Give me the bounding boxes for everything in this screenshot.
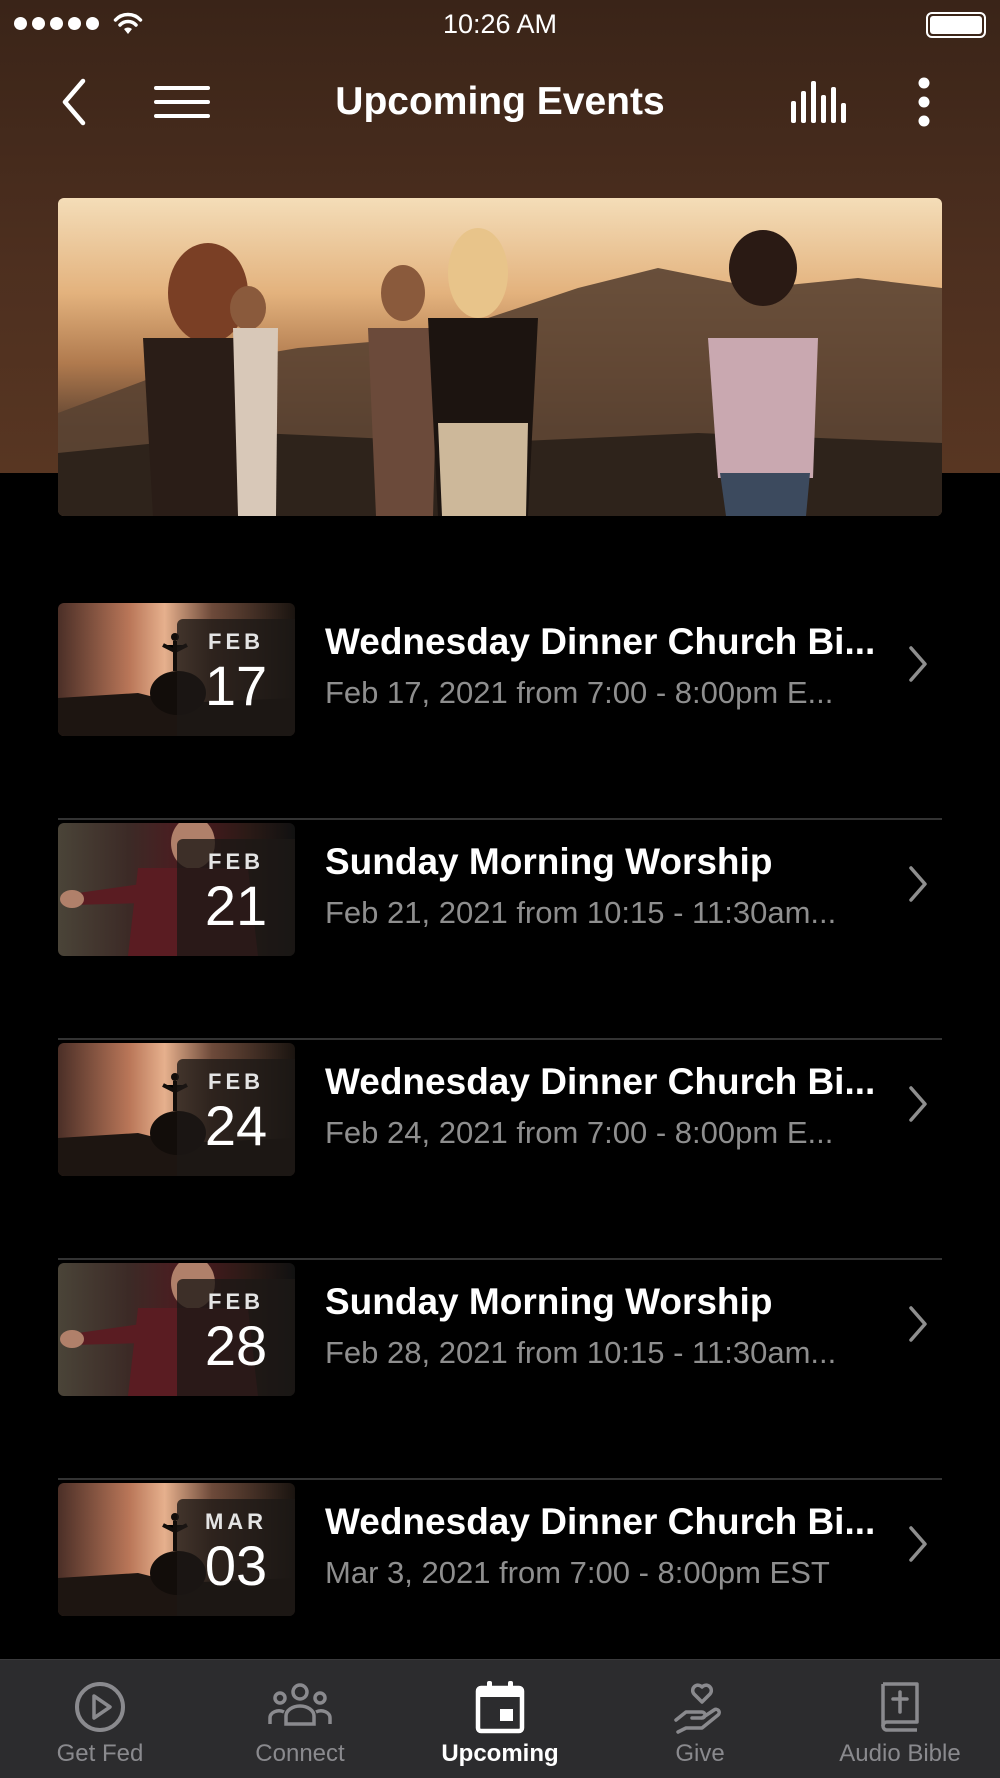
audio-player-button[interactable]	[786, 72, 850, 132]
event-month: FEB	[208, 849, 264, 874]
menu-button[interactable]	[150, 72, 214, 132]
event-title: Wednesday Dinner Church Bi...	[325, 1501, 876, 1542]
tab-bar: Get Fed Connect Upcoming Give Audio Bibl…	[0, 1659, 1000, 1778]
event-month: FEB	[208, 1289, 264, 1314]
chevron-right-icon	[909, 1526, 927, 1562]
more-options-button[interactable]	[892, 72, 956, 132]
event-title: Wednesday Dinner Church Bi...	[325, 1061, 876, 1102]
people-icon	[268, 1683, 332, 1726]
tab-upcoming[interactable]: Upcoming	[400, 1660, 600, 1778]
event-thumbnail: FEB 21	[58, 823, 295, 956]
event-day: 17	[204, 654, 268, 717]
event-thumbnail: MAR 03	[58, 1483, 295, 1616]
event-list: FEB 17 Wednesday Dinner Church Bi... Feb…	[58, 600, 942, 1700]
tab-audio-bible[interactable]: Audio Bible	[800, 1660, 1000, 1778]
more-vertical-icon	[918, 77, 930, 127]
event-title: Wednesday Dinner Church Bi...	[325, 621, 876, 662]
calendar-icon	[475, 1681, 525, 1734]
event-day: 21	[204, 874, 268, 937]
event-thumbnail: FEB 24	[58, 1043, 295, 1176]
event-title: Sunday Morning Worship	[325, 841, 773, 882]
event-month: MAR	[204, 1509, 268, 1534]
event-thumbnail: FEB 17	[58, 603, 295, 736]
tab-label: Audio Bible	[839, 1740, 961, 1767]
event-datetime: Feb 17, 2021 from 7:00 - 8:00pm E...	[325, 675, 834, 710]
chevron-right-icon	[909, 866, 927, 902]
event-row[interactable]: FEB 21 Sunday Morning Worship Feb 21, 20…	[58, 820, 942, 1040]
tab-label: Give	[675, 1740, 725, 1767]
hamburger-menu-icon	[154, 86, 210, 118]
event-datetime: Mar 3, 2021 from 7:00 - 8:00pm EST	[325, 1555, 830, 1590]
event-row[interactable]: FEB 24 Wednesday Dinner Church Bi... Feb…	[58, 1040, 942, 1260]
date-badge: FEB 28	[177, 1279, 295, 1396]
event-row[interactable]: FEB 28 Sunday Morning Worship Feb 28, 20…	[58, 1260, 942, 1480]
hand-heart-icon	[674, 1683, 721, 1734]
tab-label: Connect	[255, 1740, 345, 1767]
date-badge: FEB 17	[177, 619, 295, 736]
date-badge: MAR 03	[177, 1499, 295, 1616]
hero-image	[58, 198, 942, 516]
tab-get-fed[interactable]: Get Fed	[0, 1660, 200, 1778]
chevron-left-icon	[62, 78, 86, 126]
bible-icon	[881, 1682, 919, 1732]
event-month: FEB	[208, 1069, 264, 1094]
navigation-bar: Upcoming Events	[0, 60, 1000, 144]
event-datetime: Feb 24, 2021 from 7:00 - 8:00pm E...	[325, 1115, 834, 1150]
event-day: 28	[204, 1314, 268, 1377]
event-day: 24	[204, 1094, 268, 1157]
tab-label: Get Fed	[56, 1740, 144, 1767]
event-title: Sunday Morning Worship	[325, 1281, 773, 1322]
chevron-right-icon	[909, 1086, 927, 1122]
event-datetime: Feb 21, 2021 from 10:15 - 11:30am...	[325, 895, 837, 930]
tab-give[interactable]: Give	[600, 1660, 800, 1778]
status-bar: 10:26 AM	[0, 0, 1000, 50]
date-badge: FEB 24	[177, 1059, 295, 1176]
status-time: 10:26 AM	[442, 9, 558, 39]
event-row[interactable]: FEB 17 Wednesday Dinner Church Bi... Feb…	[58, 600, 942, 820]
chevron-right-icon	[909, 646, 927, 682]
event-month: FEB	[208, 629, 264, 654]
battery-icon	[926, 12, 986, 38]
event-day: 03	[204, 1534, 268, 1597]
event-thumbnail: FEB 28	[58, 1263, 295, 1396]
play-circle-icon	[75, 1682, 125, 1732]
audio-bars-icon	[791, 81, 846, 123]
tab-label: Upcoming	[441, 1740, 559, 1767]
back-button[interactable]	[42, 72, 106, 132]
page-title: Upcoming Events	[335, 80, 665, 123]
tab-connect[interactable]: Connect	[200, 1660, 400, 1778]
event-datetime: Feb 28, 2021 from 10:15 - 11:30am...	[325, 1335, 837, 1370]
chevron-right-icon	[909, 1306, 927, 1342]
date-badge: FEB 21	[177, 839, 295, 956]
